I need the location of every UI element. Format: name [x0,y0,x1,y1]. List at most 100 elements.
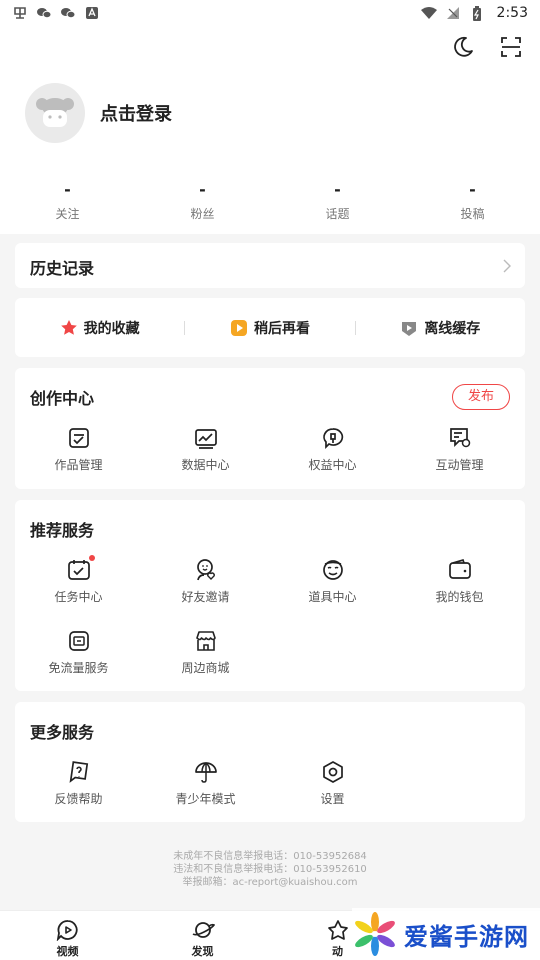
invite-friend-icon [193,557,219,583]
item-label: 任务中心 [54,590,103,604]
stat-label: 投稿 [460,207,485,221]
login-text[interactable]: 点击登录 [100,100,172,126]
free-data-service[interactable]: 免流量服务 [15,628,142,676]
my-wallet[interactable]: 我的钱包 [396,557,523,605]
dynamic-icon [327,920,348,940]
history-row[interactable]: 历史记录 [15,243,525,288]
stat-fans[interactable]: - 粉丝 [135,181,270,222]
nav-label: 视频 [56,945,79,958]
wechat-icon [36,6,52,20]
props-center[interactable]: 道具中心 [269,557,396,605]
recommended-services-card: 推荐服务 任务中心 好友邀请 道具中心 我的钱包 免流量服务 周边商城 [15,500,525,691]
item-label: 我的钱包 [435,590,484,604]
more-services-row: 反馈帮助 青少年模式 设置 [15,759,525,807]
video-icon [56,920,78,941]
profile-header: 点击登录 - 关注 - 粉丝 - 话题 - 投稿 [0,26,540,234]
nav-label: 发现 [191,945,214,958]
stat-value: - [64,180,71,199]
wallet-icon [447,557,473,583]
status-bar: 2:53 [0,0,540,26]
favorites-button[interactable]: 我的收藏 [15,318,184,338]
stat-following[interactable]: - 关注 [0,181,135,222]
merch-shop[interactable]: 周边商城 [142,628,269,676]
watermark: 爱酱手游网 [352,908,540,960]
creation-center-card: 创作中心 发布 作品管理 数据中心 权益中心 互动管理 [15,368,525,489]
header-actions [450,34,524,60]
status-time: 2:53 [496,5,528,21]
umbrella-icon [193,759,219,785]
stat-topics[interactable]: - 话题 [270,181,405,222]
login-area[interactable]: 点击登录 [25,83,172,143]
app-notification-icon [84,6,100,20]
item-label: 作品管理 [54,458,103,472]
history-title: 历史记录 [30,259,95,278]
item-label: 道具中心 [308,590,357,604]
item-label: 权益中心 [308,458,357,472]
report-line-illegal: 违法和不良信息举报电话：010-53952610 [173,864,367,875]
nav-discover[interactable]: 发现 [135,911,270,960]
mask-icon [320,557,346,583]
more-services-title: 更多服务 [30,723,95,742]
item-label: 反馈帮助 [54,792,103,806]
item-label: 设置 [320,792,345,806]
pinwheel-logo-icon [355,912,395,956]
item-label: 好友邀请 [181,590,230,604]
works-icon [66,425,92,451]
settings-icon [320,759,346,785]
stat-value: - [469,180,476,199]
avatar[interactable] [25,83,85,143]
offline-cache-label: 离线缓存 [424,320,481,337]
services-row: 免流量服务 周边商城 [15,628,525,676]
chevron-right-icon [503,258,511,277]
status-right: 2:53 [420,5,528,21]
scan-icon[interactable] [498,34,524,60]
wechat-icon [60,6,76,20]
sim-icon [66,628,92,654]
publish-button[interactable]: 发布 [452,384,510,410]
report-line-minors: 未成年不良信息举报电话：010-53952684 [173,851,367,862]
feedback-icon [66,759,92,785]
stat-label: 话题 [325,207,350,221]
works-management[interactable]: 作品管理 [15,425,142,473]
default-avatar-icon [36,98,74,127]
stats-row: - 关注 - 粉丝 - 话题 - 投稿 [0,181,540,222]
app-notification-icon [12,6,28,20]
stat-label: 粉丝 [190,207,215,221]
chart-icon [193,425,219,451]
item-label: 周边商城 [181,661,230,675]
stat-posts[interactable]: - 投稿 [405,181,540,222]
invite-friends[interactable]: 好友邀请 [142,557,269,605]
watermark-text: 爱酱手游网 [404,922,529,951]
status-left [12,6,100,20]
battery-icon [469,6,485,21]
favorites-label: 我的收藏 [83,320,140,337]
item-label: 互动管理 [435,458,484,472]
moon-icon[interactable] [450,34,476,60]
interaction-management[interactable]: 互动管理 [396,425,523,473]
nav-label: 动 [332,945,343,958]
teen-mode[interactable]: 青少年模式 [142,759,269,807]
settings[interactable]: 设置 [269,759,396,807]
data-center[interactable]: 数据中心 [142,425,269,473]
item-label: 数据中心 [181,458,230,472]
benefits-icon [320,425,346,451]
quick-actions: 我的收藏 稍后再看 离线缓存 [15,298,525,357]
creation-center-title: 创作中心 [30,389,95,408]
nav-video[interactable]: 视频 [0,911,135,960]
download-icon [402,321,417,336]
stat-value: - [334,180,341,199]
watch-later-button[interactable]: 稍后再看 [185,318,354,338]
creation-grid: 作品管理 数据中心 权益中心 互动管理 [15,425,525,473]
wifi-icon [420,6,437,20]
planet-icon [192,922,215,938]
play-later-icon [230,319,247,336]
watch-later-label: 稍后再看 [253,320,310,337]
offline-cache-button[interactable]: 离线缓存 [356,318,525,338]
more-services-card: 更多服务 反馈帮助 青少年模式 设置 [15,702,525,822]
services-row: 任务中心 好友邀请 道具中心 我的钱包 [15,555,525,605]
task-center[interactable]: 任务中心 [15,555,142,605]
calendar-icon [66,555,95,583]
star-icon [60,319,77,335]
feedback-help[interactable]: 反馈帮助 [15,759,142,807]
benefits-center[interactable]: 权益中心 [269,425,396,473]
